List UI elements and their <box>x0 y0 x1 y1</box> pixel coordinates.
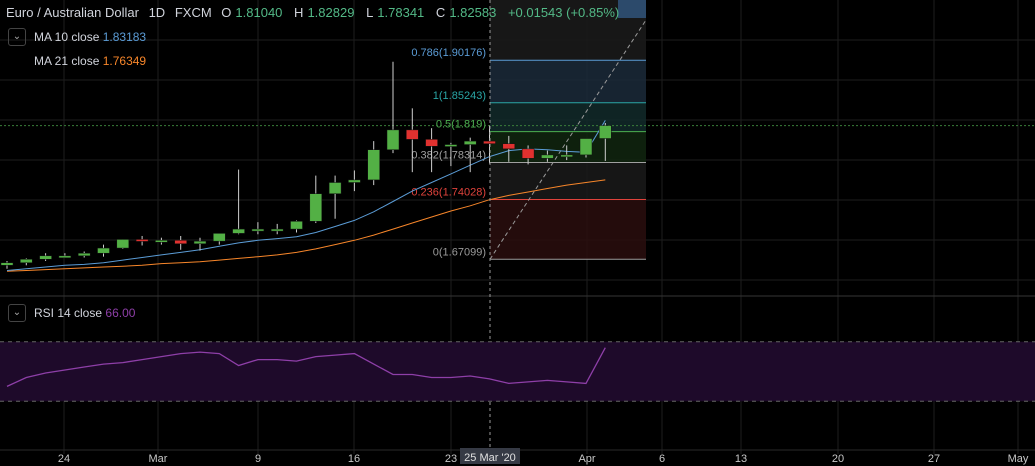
x-tick-label: 27 <box>928 453 940 465</box>
candle-body[interactable] <box>348 179 361 183</box>
rsi-value: 66.00 <box>105 306 136 320</box>
candle-body[interactable] <box>425 139 438 147</box>
fib-zone <box>490 102 646 132</box>
candle-body[interactable] <box>599 125 612 139</box>
candle-body[interactable] <box>521 148 535 159</box>
candle-body[interactable] <box>97 247 110 254</box>
candle-body[interactable] <box>463 140 477 145</box>
candle-body[interactable] <box>406 129 419 140</box>
ma21-label: MA 21 close <box>34 54 100 68</box>
high-label: H <box>294 5 304 20</box>
candle-body[interactable] <box>483 140 496 144</box>
candle-body[interactable] <box>290 221 303 230</box>
x-tick-label: 6 <box>659 453 665 465</box>
x-tick-label: 20 <box>832 453 844 465</box>
candle-body[interactable] <box>502 143 516 150</box>
x-tick-label: 13 <box>735 453 747 465</box>
fib-level-label: 0(1.67099) <box>433 246 486 258</box>
candle-body[interactable] <box>367 149 380 181</box>
candle-body[interactable] <box>39 255 52 260</box>
candle-body[interactable] <box>444 144 458 147</box>
fib-level-label: 0.5(1.819) <box>436 119 486 131</box>
x-tick-label: May <box>1008 453 1029 465</box>
fib-zone <box>490 162 646 200</box>
fib-level-label: 0.786(1.90176) <box>411 47 486 59</box>
x-tick-label: Mar <box>149 453 168 465</box>
exchange-label: FXCM <box>174 5 212 20</box>
x-tick-label: 24 <box>58 453 70 465</box>
candle-body[interactable] <box>0 262 14 266</box>
rsi-band <box>0 341 1035 402</box>
chevron-down-icon[interactable]: ⌄ <box>8 28 26 46</box>
x-tick-label: 9 <box>255 453 261 465</box>
candle-body[interactable] <box>58 255 72 259</box>
change-value: +0.01543 (+0.85%) <box>507 5 620 20</box>
low-label: L <box>366 5 374 20</box>
symbol-name[interactable]: Euro / Australian Dollar <box>6 5 139 20</box>
fib-level-label: 0.382(1.78314) <box>411 150 486 162</box>
candle-body[interactable] <box>328 182 342 194</box>
fib-zone <box>490 60 646 103</box>
fib-zone <box>490 199 646 260</box>
chevron-down-icon[interactable]: ⌄ <box>8 304 26 322</box>
ma10-label: MA 10 close <box>34 30 100 44</box>
crosshair-date-label: 25 Mar '20 <box>464 452 516 464</box>
ma21-value: 1.76349 <box>102 54 147 68</box>
candle-body[interactable] <box>213 233 226 242</box>
close-label: C <box>435 5 446 20</box>
rsi-label: RSI 14 close <box>34 306 103 320</box>
chart-header: Euro / Australian Dollar 1D FXCM O 1.8104… <box>6 5 629 20</box>
candle-body[interactable] <box>193 240 207 244</box>
x-tick-label: 23 <box>445 453 457 465</box>
candle-body[interactable] <box>541 154 554 159</box>
x-tick-label: Apr <box>578 453 595 465</box>
close-value: 1.82583 <box>449 5 497 20</box>
candle-body[interactable] <box>155 240 168 243</box>
candle-body[interactable] <box>579 138 593 156</box>
fib-level-label: 1(1.85243) <box>433 90 486 102</box>
x-tick-label: 16 <box>348 453 360 465</box>
ma10-legend[interactable]: MA 10 close 1.83183 <box>34 30 146 44</box>
ohlc-values: O 1.81040 H 1.82829 L 1.78341 C 1.82583 +0.0… <box>221 5 623 20</box>
candle-body[interactable] <box>135 239 149 242</box>
fib-level-label: 0.236(1.74028) <box>411 187 486 199</box>
price-chart[interactable]: 0.786(1.90176) 1(1.85243) 0.5(1.819) 0.382(… <box>0 0 1035 466</box>
ma21-legend[interactable]: MA 21 close 1.76349 <box>34 54 146 68</box>
candle-body[interactable] <box>560 154 573 158</box>
rsi-legend[interactable]: RSI 14 close 66.00 <box>34 306 135 320</box>
candle-body[interactable] <box>232 228 245 234</box>
interval-label[interactable]: 1D <box>149 5 166 20</box>
low-value: 1.78341 <box>377 5 425 20</box>
candle-body[interactable] <box>174 240 187 244</box>
candle-body[interactable] <box>20 259 33 263</box>
ma10-value: 1.83183 <box>102 30 147 44</box>
open-label: O <box>221 5 232 20</box>
candle-body[interactable] <box>386 129 400 150</box>
candle-body[interactable] <box>270 228 284 232</box>
high-value: 1.82829 <box>307 5 355 20</box>
candle-body[interactable] <box>116 239 130 249</box>
open-value: 1.81040 <box>235 5 283 20</box>
candle-body[interactable] <box>251 228 265 232</box>
candle-body[interactable] <box>77 252 91 257</box>
candle-body[interactable] <box>309 193 323 222</box>
